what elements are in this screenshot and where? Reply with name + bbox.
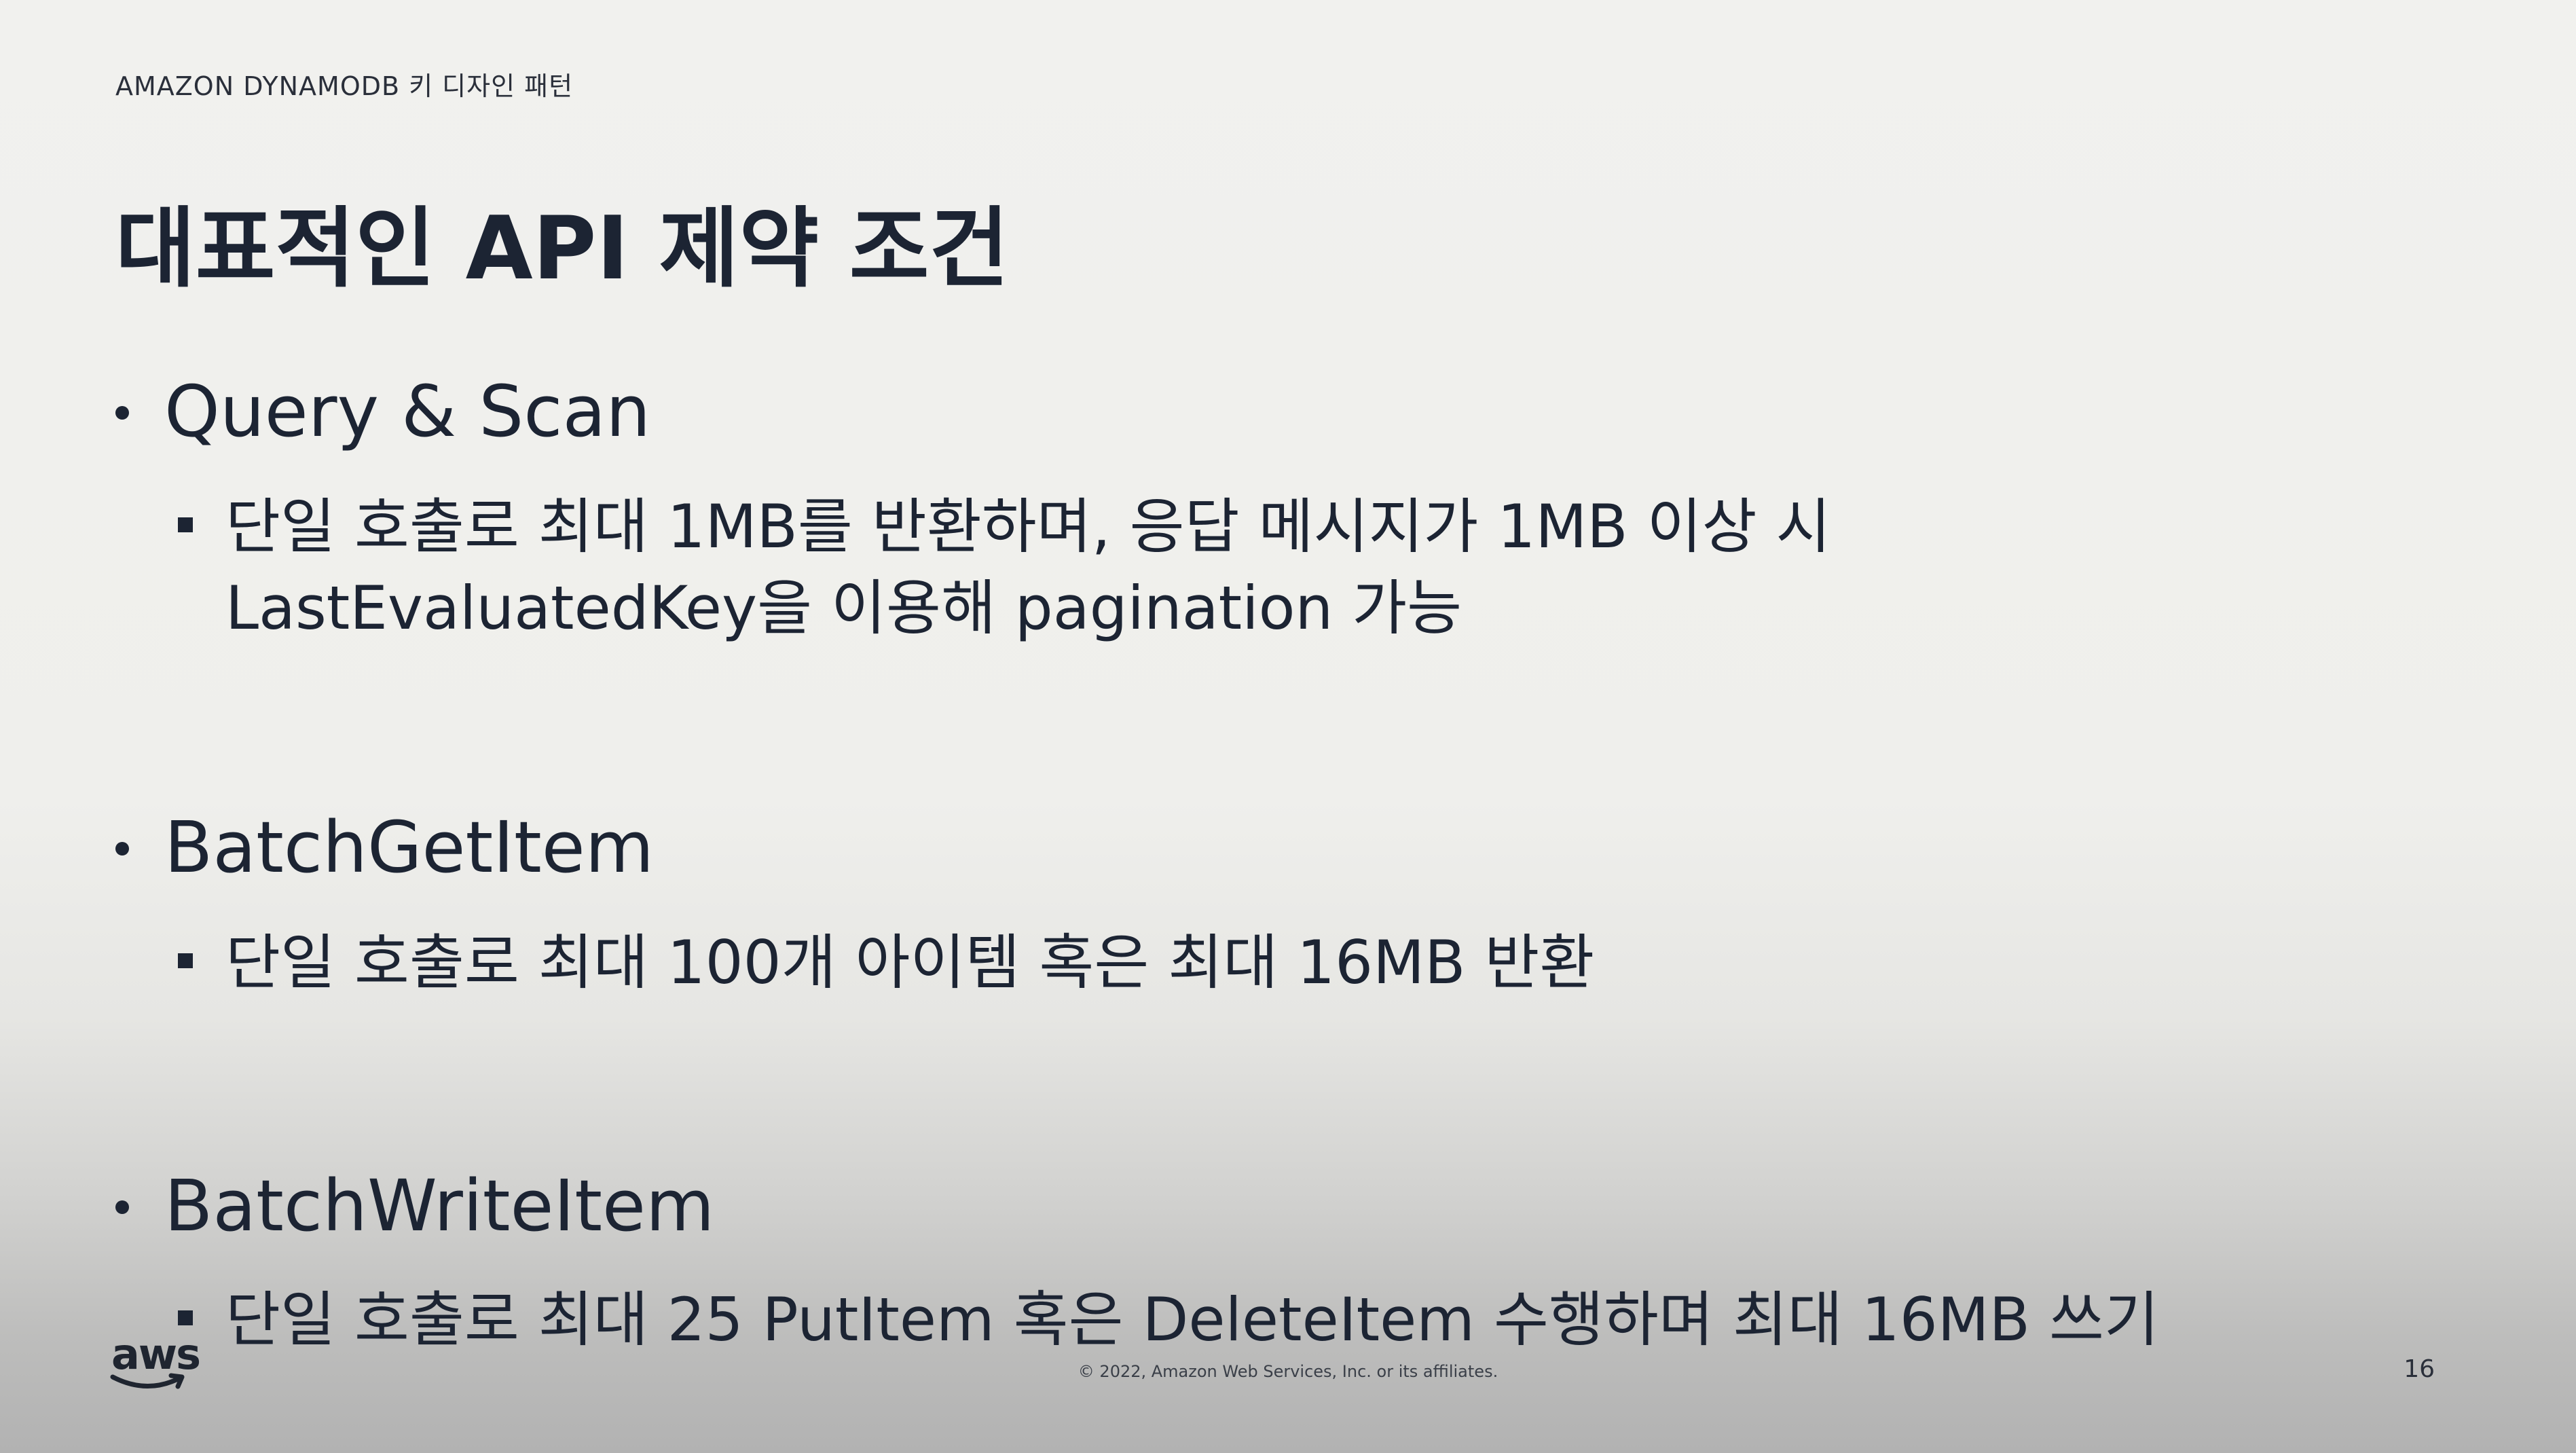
copyright-notice: © 2022, Amazon Web Services, Inc. or its… [1078,1362,1498,1381]
slide-title: 대표적인 API 제약 조건 [115,198,1010,299]
subitem-text-line1: 단일 호출로 최대 100개 아이템 혹은 최대 16MB 반환 [225,927,1595,997]
bullet-dot [115,842,129,856]
page-number: 16 [2404,1355,2435,1383]
slide-subtitle: AMAZON DYNAMODB 키 디자인 패턴 [115,71,574,101]
bullet-heading: BatchGetItem [164,806,655,889]
bullet-heading: BatchWriteItem [164,1164,715,1247]
sub-bullet-square [178,1310,193,1325]
subitem-text-line1: 단일 호출로 최대 1MB를 반환하며, 응답 메시지가 1MB 이상 시 [225,492,1831,562]
bullet-dot [115,1200,129,1214]
subitem-text-line1: 단일 호출로 최대 25 PutItem 혹은 DeleteItem 수행하며 … [225,1285,2159,1355]
sub-bullet-square [178,517,193,532]
slide: AMAZON DYNAMODB 키 디자인 패턴 대표적인 API 제약 조건 … [0,0,2576,1453]
bullet-dot [115,406,129,420]
sub-bullet-square [178,953,193,968]
bullet-heading: Query & Scan [164,370,651,453]
subitem-text-line2: LastEvaluatedKey을 이용해 pagination 가능 [225,573,1462,643]
